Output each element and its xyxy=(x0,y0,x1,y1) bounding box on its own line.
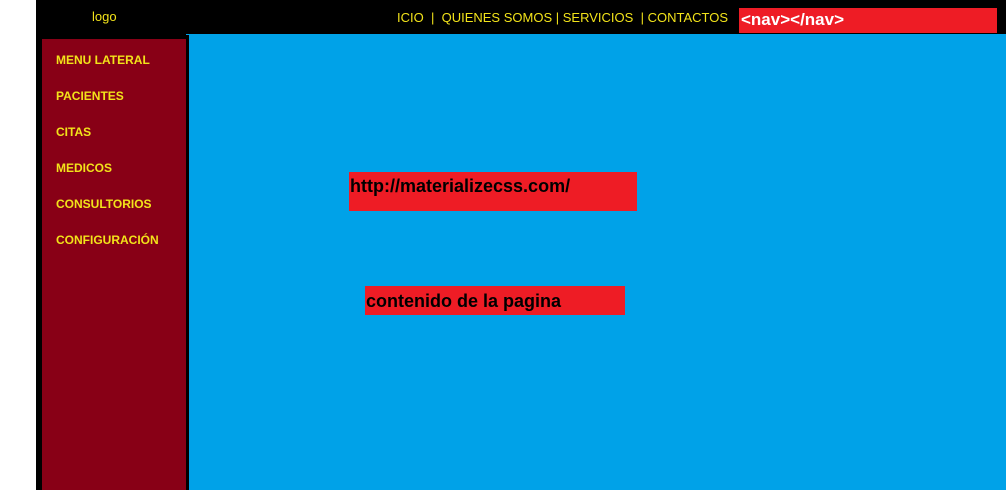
nav-link-inicio[interactable]: ICIO xyxy=(397,10,424,25)
sidebar-item-menu-lateral[interactable]: MENU LATERAL xyxy=(56,53,150,67)
content-label: contenido de la pagina xyxy=(365,286,625,315)
sidebar-item-configuracion[interactable]: CONFIGURACIÓN xyxy=(56,233,159,247)
nav-link-servicios[interactable]: SERVICIOS xyxy=(563,10,634,25)
sidebar-item-medicos[interactable]: MEDICOS xyxy=(56,161,112,175)
logo[interactable]: logo xyxy=(92,9,117,25)
sidebar-item-citas[interactable]: CITAS xyxy=(56,125,91,139)
nav-link-quienes-somos[interactable]: QUIENES SOMOS xyxy=(442,10,553,25)
nav-separator: | xyxy=(430,10,435,25)
nav-tag-label: <nav></nav> xyxy=(739,8,997,33)
nav-separator: | xyxy=(555,10,560,25)
top-nav-links: ICIO | QUIENES SOMOS | SERVICIOS | CONTA… xyxy=(397,10,728,26)
main-content-area xyxy=(189,35,1006,490)
nav-separator: | xyxy=(640,10,644,25)
sidebar-item-consultorios[interactable]: CONSULTORIOS xyxy=(56,197,152,211)
url-label: http://materializecss.com/ xyxy=(349,172,637,211)
nav-link-contactos[interactable]: CONTACTOS xyxy=(648,10,728,25)
sidebar-item-pacientes[interactable]: PACIENTES xyxy=(56,89,124,103)
side-menu: MENU LATERAL PACIENTES CITAS MEDICOS CON… xyxy=(42,39,186,490)
